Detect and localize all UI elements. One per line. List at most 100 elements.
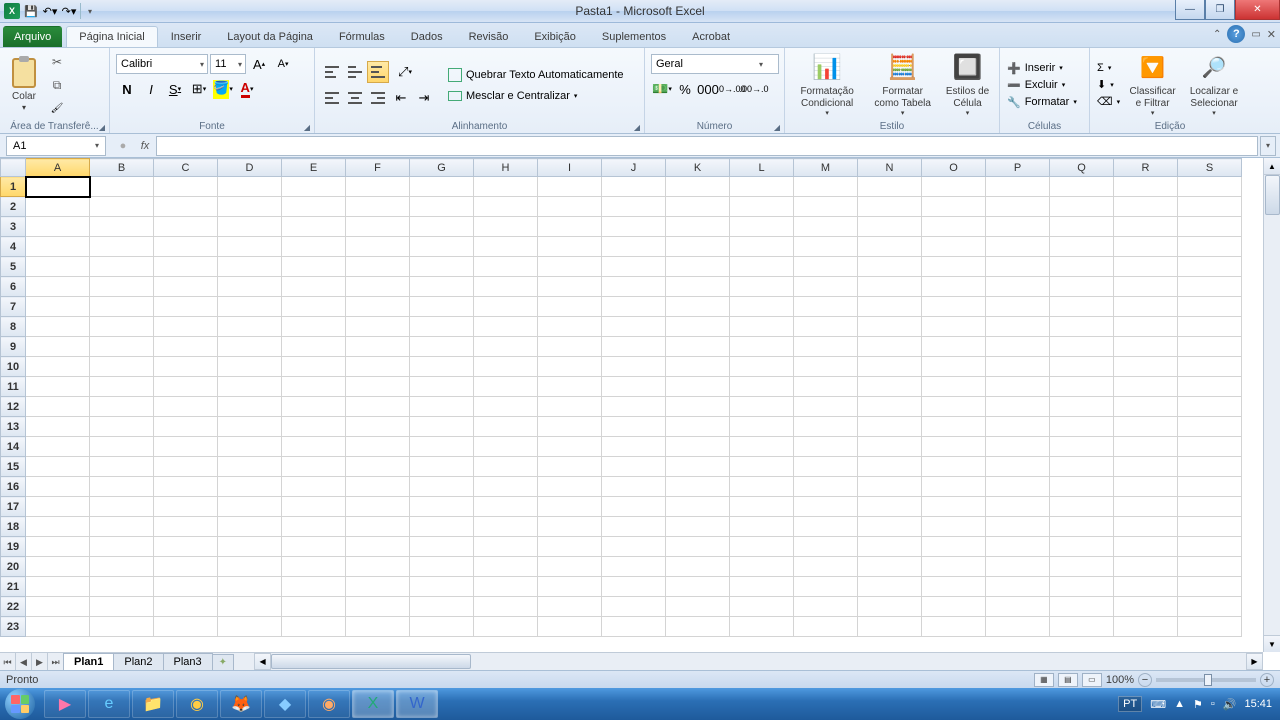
cell-L12[interactable] — [730, 397, 794, 417]
vertical-scrollbar[interactable]: ▲ ▼ — [1263, 158, 1280, 652]
sheet-tab-plan3[interactable]: Plan3 — [163, 653, 213, 670]
cell-H18[interactable] — [474, 517, 538, 537]
cell-I13[interactable] — [538, 417, 602, 437]
cell-L5[interactable] — [730, 257, 794, 277]
border-button[interactable]: ⊞▾ — [188, 78, 210, 100]
cell-F23[interactable] — [346, 617, 410, 637]
cell-E20[interactable] — [282, 557, 346, 577]
cell-N4[interactable] — [858, 237, 922, 257]
cell-R10[interactable] — [1114, 357, 1178, 377]
cell-F10[interactable] — [346, 357, 410, 377]
cell-K8[interactable] — [666, 317, 730, 337]
cell-M6[interactable] — [794, 277, 858, 297]
cell-Q9[interactable] — [1050, 337, 1114, 357]
cell-O21[interactable] — [922, 577, 986, 597]
cell-P21[interactable] — [986, 577, 1050, 597]
cell-O1[interactable] — [922, 177, 986, 197]
cell-O13[interactable] — [922, 417, 986, 437]
cell-C9[interactable] — [154, 337, 218, 357]
cell-H11[interactable] — [474, 377, 538, 397]
cell-M10[interactable] — [794, 357, 858, 377]
cell-B13[interactable] — [90, 417, 154, 437]
cell-F3[interactable] — [346, 217, 410, 237]
workbook-close-icon[interactable]: ✕ — [1267, 28, 1276, 41]
align-left-button[interactable] — [321, 87, 343, 109]
cell-H19[interactable] — [474, 537, 538, 557]
cell-G14[interactable] — [410, 437, 474, 457]
cell-O16[interactable] — [922, 477, 986, 497]
cell-A2[interactable] — [26, 197, 90, 217]
cell-D9[interactable] — [218, 337, 282, 357]
percent-button[interactable]: % — [674, 78, 696, 100]
cell-C13[interactable] — [154, 417, 218, 437]
cancel-formula-icon[interactable]: ● — [112, 136, 134, 156]
cell-Q23[interactable] — [1050, 617, 1114, 637]
cell-E23[interactable] — [282, 617, 346, 637]
number-format-combo[interactable]: ▾ — [651, 54, 779, 74]
cell-R17[interactable] — [1114, 497, 1178, 517]
close-button[interactable]: ✕ — [1235, 0, 1280, 20]
cell-L6[interactable] — [730, 277, 794, 297]
cell-R18[interactable] — [1114, 517, 1178, 537]
decrease-indent-button[interactable]: ⇤ — [390, 87, 412, 109]
cell-P6[interactable] — [986, 277, 1050, 297]
column-header-P[interactable]: P — [986, 159, 1050, 177]
cell-S13[interactable] — [1178, 417, 1242, 437]
cell-J11[interactable] — [602, 377, 666, 397]
align-right-button[interactable] — [367, 87, 389, 109]
align-center-button[interactable] — [344, 87, 366, 109]
cell-M15[interactable] — [794, 457, 858, 477]
cell-Q11[interactable] — [1050, 377, 1114, 397]
cell-G2[interactable] — [410, 197, 474, 217]
cell-D20[interactable] — [218, 557, 282, 577]
cell-K22[interactable] — [666, 597, 730, 617]
cell-D4[interactable] — [218, 237, 282, 257]
cell-R2[interactable] — [1114, 197, 1178, 217]
row-header-6[interactable]: 6 — [1, 277, 26, 297]
cell-I11[interactable] — [538, 377, 602, 397]
cell-F1[interactable] — [346, 177, 410, 197]
cell-F6[interactable] — [346, 277, 410, 297]
cell-B21[interactable] — [90, 577, 154, 597]
cell-S15[interactable] — [1178, 457, 1242, 477]
cell-B6[interactable] — [90, 277, 154, 297]
cell-E11[interactable] — [282, 377, 346, 397]
taskbar-file-explorer[interactable]: 📁 — [132, 690, 174, 718]
cell-G9[interactable] — [410, 337, 474, 357]
cell-F12[interactable] — [346, 397, 410, 417]
cell-S14[interactable] — [1178, 437, 1242, 457]
cell-B23[interactable] — [90, 617, 154, 637]
cell-R9[interactable] — [1114, 337, 1178, 357]
paste-button[interactable]: Colar▾ — [4, 55, 44, 115]
sheet-tab-plan2[interactable]: Plan2 — [113, 653, 163, 670]
cell-E19[interactable] — [282, 537, 346, 557]
cell-D10[interactable] — [218, 357, 282, 377]
tab-nav-prev-icon[interactable]: ◀ — [16, 653, 32, 671]
cell-E1[interactable] — [282, 177, 346, 197]
cell-G16[interactable] — [410, 477, 474, 497]
cell-D22[interactable] — [218, 597, 282, 617]
cell-J14[interactable] — [602, 437, 666, 457]
cell-K4[interactable] — [666, 237, 730, 257]
cell-D18[interactable] — [218, 517, 282, 537]
cell-Q18[interactable] — [1050, 517, 1114, 537]
row-header-4[interactable]: 4 — [1, 237, 26, 257]
find-select-button[interactable]: 🔎Localizar e Selecionar▾ — [1182, 50, 1246, 120]
cell-A11[interactable] — [26, 377, 90, 397]
cell-A16[interactable] — [26, 477, 90, 497]
cell-G17[interactable] — [410, 497, 474, 517]
column-header-I[interactable]: I — [538, 159, 602, 177]
cell-C8[interactable] — [154, 317, 218, 337]
cell-G23[interactable] — [410, 617, 474, 637]
cell-L4[interactable] — [730, 237, 794, 257]
cell-O18[interactable] — [922, 517, 986, 537]
cell-G13[interactable] — [410, 417, 474, 437]
cell-H4[interactable] — [474, 237, 538, 257]
language-indicator[interactable]: PT — [1118, 696, 1142, 712]
cell-I12[interactable] — [538, 397, 602, 417]
cell-H17[interactable] — [474, 497, 538, 517]
column-header-Q[interactable]: Q — [1050, 159, 1114, 177]
format-as-table-button[interactable]: 🧮Formatar como Tabela▾ — [867, 50, 938, 120]
cell-I15[interactable] — [538, 457, 602, 477]
cell-Q13[interactable] — [1050, 417, 1114, 437]
